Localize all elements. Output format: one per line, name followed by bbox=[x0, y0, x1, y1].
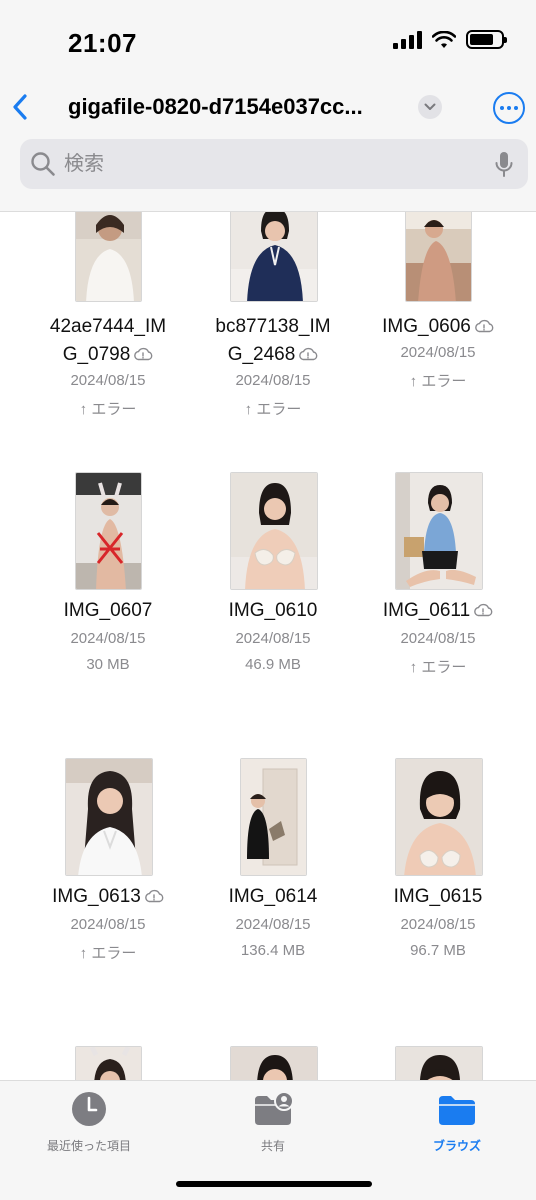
file-item[interactable]: IMG_0613 2024/08/15 ↑ エラー bbox=[23, 758, 193, 978]
file-date: 2024/08/15 bbox=[235, 630, 311, 647]
file-size: 30 MB bbox=[86, 656, 130, 673]
file-thumbnail[interactable] bbox=[75, 1046, 142, 1080]
tab-label: 共有 bbox=[260, 1139, 285, 1153]
file-date: 2024/08/15 bbox=[400, 916, 476, 933]
file-thumbnail bbox=[395, 758, 483, 876]
ellipsis-dot bbox=[514, 106, 518, 110]
file-size: 96.7 MB bbox=[410, 942, 466, 959]
status-time: 21:07 bbox=[68, 28, 137, 58]
cloud-upload-error-icon bbox=[475, 319, 494, 333]
home-indicator[interactable] bbox=[176, 1181, 372, 1187]
file-name: IMG_0614 bbox=[228, 886, 318, 907]
file-name: IMG_0610 bbox=[228, 600, 318, 621]
tab-label: 最近使った項目 bbox=[46, 1139, 131, 1153]
file-thumbnail bbox=[65, 758, 153, 876]
chevron-down-icon bbox=[424, 103, 436, 110]
file-item[interactable]: 42ae7444_IM G_0798 2024/08/15 ↑ エラー bbox=[23, 212, 193, 452]
file-thumbnail bbox=[75, 212, 142, 302]
tab-recents[interactable]: 最近使った項目 bbox=[14, 1091, 164, 1154]
file-thumbnail[interactable] bbox=[230, 1046, 318, 1080]
clock-icon bbox=[72, 1092, 106, 1126]
folder-title[interactable]: gigafile-0820-d7154e037cc... bbox=[68, 94, 408, 120]
shared-folder-icon bbox=[255, 1091, 293, 1125]
file-thumbnail bbox=[405, 212, 472, 302]
file-date: 2024/08/15 bbox=[235, 916, 311, 933]
file-status: ↑ エラー bbox=[79, 945, 137, 962]
search-icon bbox=[31, 152, 55, 176]
wifi-icon bbox=[432, 30, 456, 48]
ellipsis-icon bbox=[500, 106, 504, 110]
file-name: 42ae7444_IM bbox=[49, 316, 167, 337]
file-status: ↑ エラー bbox=[409, 659, 467, 676]
file-name: IMG_0606 bbox=[353, 314, 523, 340]
file-size: 46.9 MB bbox=[245, 656, 301, 673]
file-thumbnail bbox=[395, 472, 483, 590]
search-bar[interactable] bbox=[20, 139, 528, 189]
file-date: 2024/08/15 bbox=[400, 630, 476, 647]
file-name: IMG_0607 bbox=[63, 600, 153, 621]
file-name: IMG_0615 bbox=[393, 886, 483, 907]
file-name: IMG_0611 bbox=[353, 598, 523, 624]
search-input[interactable] bbox=[64, 151, 464, 177]
status-bar: 21:07 bbox=[0, 0, 536, 80]
battery-icon bbox=[466, 30, 507, 49]
file-date: 2024/08/15 bbox=[70, 372, 146, 389]
tab-shared[interactable]: 共有 bbox=[198, 1091, 348, 1154]
file-status: ↑ エラー bbox=[409, 373, 467, 390]
ellipsis-dot bbox=[507, 106, 511, 110]
file-item[interactable]: bc877138_IM G_2468 2024/08/15 ↑ エラー bbox=[188, 212, 358, 452]
cloud-upload-error-icon bbox=[474, 603, 493, 617]
file-item[interactable]: IMG_0611 2024/08/15 ↑ エラー bbox=[353, 472, 523, 692]
file-status: ↑ エラー bbox=[79, 401, 137, 418]
file-item[interactable]: IMG_0615 2024/08/15 96.7 MB bbox=[353, 758, 523, 978]
file-date: 2024/08/15 bbox=[400, 344, 476, 361]
file-grid: 42ae7444_IM G_0798 2024/08/15 ↑ エラー bc87… bbox=[0, 212, 536, 1080]
navigation-bar: gigafile-0820-d7154e037cc... bbox=[0, 80, 536, 212]
file-item[interactable]: IMG_0607 2024/08/15 30 MB bbox=[23, 472, 193, 692]
tab-label: ブラウズ bbox=[432, 1139, 481, 1153]
file-thumbnail bbox=[75, 472, 142, 590]
microphone-icon[interactable] bbox=[494, 151, 514, 179]
tab-browse[interactable]: ブラウズ bbox=[382, 1091, 532, 1154]
file-thumbnail[interactable] bbox=[395, 1046, 483, 1080]
cloud-upload-error-icon bbox=[134, 347, 153, 361]
file-date: 2024/08/15 bbox=[235, 372, 311, 389]
folder-icon bbox=[439, 1096, 475, 1125]
chevron-left-icon bbox=[13, 94, 27, 120]
file-item[interactable]: IMG_0614 2024/08/15 136.4 MB bbox=[188, 758, 358, 978]
back-button[interactable] bbox=[8, 90, 32, 124]
file-thumbnail bbox=[240, 758, 307, 876]
file-item[interactable]: IMG_0610 2024/08/15 46.9 MB bbox=[188, 472, 358, 692]
battery-level bbox=[470, 34, 493, 45]
cloud-upload-error-icon bbox=[145, 889, 164, 903]
file-name-cont: G_0798 bbox=[23, 342, 193, 368]
file-date: 2024/08/15 bbox=[70, 630, 146, 647]
file-name: bc877138_IM bbox=[215, 316, 331, 337]
file-date: 2024/08/15 bbox=[70, 916, 146, 933]
file-name-cont: G_2468 bbox=[188, 342, 358, 368]
file-thumbnail bbox=[230, 472, 318, 590]
title-menu-button[interactable] bbox=[418, 95, 442, 119]
file-status: ↑ エラー bbox=[244, 401, 302, 418]
more-options-button[interactable] bbox=[493, 92, 525, 124]
file-name: IMG_0613 bbox=[23, 884, 193, 910]
file-item[interactable]: IMG_0606 2024/08/15 ↑ エラー bbox=[353, 212, 523, 452]
cloud-upload-error-icon bbox=[299, 347, 318, 361]
cellular-signal-icon bbox=[393, 30, 422, 49]
file-size: 136.4 MB bbox=[240, 942, 306, 959]
status-icons bbox=[393, 30, 507, 49]
file-thumbnail bbox=[230, 212, 318, 302]
